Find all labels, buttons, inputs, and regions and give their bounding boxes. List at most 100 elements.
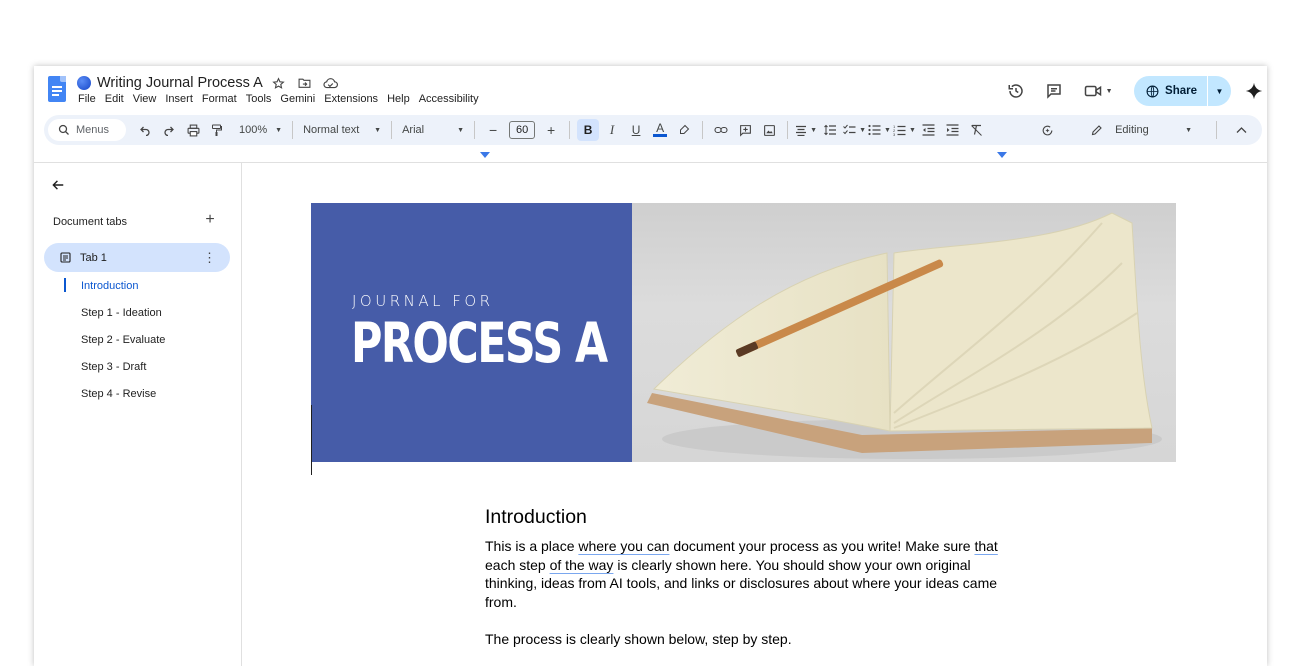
share-dropdown-icon[interactable]: ▼ bbox=[1207, 76, 1231, 106]
gemini-refresh-icon[interactable] bbox=[1036, 119, 1058, 141]
gemini-star-icon[interactable] bbox=[1243, 80, 1265, 102]
search-icon bbox=[58, 124, 69, 135]
menu-extensions[interactable]: Extensions bbox=[324, 93, 378, 105]
decrease-indent-icon[interactable] bbox=[918, 119, 940, 141]
process-paragraph[interactable]: The process is clearly shown below, step… bbox=[485, 630, 1005, 649]
editing-mode-label: Editing bbox=[1115, 124, 1149, 136]
comments-icon[interactable] bbox=[1042, 79, 1066, 103]
version-history-icon[interactable] bbox=[1004, 79, 1028, 103]
toolbar-divider bbox=[787, 121, 789, 139]
notebook-photo bbox=[632, 203, 1176, 462]
increase-font-size-icon[interactable]: + bbox=[540, 119, 562, 141]
menu-accessibility[interactable]: Accessibility bbox=[419, 93, 479, 105]
align-icon[interactable]: ▼ bbox=[795, 119, 817, 141]
outline-item-introduction[interactable]: Introduction bbox=[64, 276, 165, 303]
document-body[interactable]: Introduction This is a place where you c… bbox=[485, 506, 1005, 648]
insert-image-icon[interactable] bbox=[758, 119, 780, 141]
redo-icon[interactable] bbox=[158, 119, 180, 141]
line-spacing-icon[interactable] bbox=[819, 119, 841, 141]
font-size-input[interactable]: 60 bbox=[509, 121, 536, 139]
toolbar-divider bbox=[1216, 121, 1217, 139]
document-tabs-sidebar: Document tabs + Tab 1 ⋮ Introduction Ste… bbox=[34, 163, 242, 666]
menu-bar: File Edit View Insert Format Tools Gemin… bbox=[78, 93, 479, 105]
paint-format-icon[interactable] bbox=[206, 119, 228, 141]
caret-down-icon: ▼ bbox=[374, 126, 382, 134]
document-title[interactable]: Writing Journal Process A bbox=[97, 75, 263, 91]
collapse-toolbar-icon[interactable] bbox=[1230, 119, 1252, 141]
document-tabs-heading: Document tabs bbox=[53, 216, 127, 228]
outline-item-step-2[interactable]: Step 2 - Evaluate bbox=[64, 330, 165, 357]
star-icon[interactable] bbox=[269, 74, 289, 92]
checklist-icon[interactable]: ▼ bbox=[843, 119, 866, 141]
menu-file[interactable]: File bbox=[78, 93, 96, 105]
banner-title-panel: JOURNAL FOR PROCESS A bbox=[311, 203, 632, 462]
numbered-list-icon[interactable]: 1 2 3 ▼ bbox=[893, 119, 916, 141]
caret-down-icon: ▼ bbox=[1185, 126, 1192, 134]
intro-paragraph[interactable]: This is a place where you can document y… bbox=[485, 537, 1005, 611]
tab-label: Tab 1 bbox=[80, 251, 107, 264]
insert-link-icon[interactable] bbox=[710, 119, 732, 141]
outline-item-step-4[interactable]: Step 4 - Revise bbox=[64, 384, 165, 411]
toolbar-divider bbox=[292, 121, 294, 139]
menu-help[interactable]: Help bbox=[387, 93, 410, 105]
menu-tools[interactable]: Tools bbox=[246, 93, 272, 105]
toolbar-divider bbox=[702, 121, 704, 139]
menu-view[interactable]: View bbox=[133, 93, 157, 105]
menu-format[interactable]: Format bbox=[202, 93, 237, 105]
increase-indent-icon[interactable] bbox=[942, 119, 964, 141]
clear-formatting-icon[interactable] bbox=[966, 119, 988, 141]
header-banner-image[interactable]: JOURNAL FOR PROCESS A bbox=[311, 203, 1176, 462]
menus-search-label: Menus bbox=[76, 124, 110, 136]
grammar-suggestion[interactable]: where you can bbox=[578, 538, 669, 554]
italic-icon[interactable]: I bbox=[601, 119, 623, 141]
bulleted-list-icon[interactable]: ▼ bbox=[868, 119, 891, 141]
share-main[interactable]: Share bbox=[1134, 76, 1207, 106]
ruler-right-indent-marker[interactable] bbox=[997, 152, 1007, 158]
zoom-select[interactable]: 100% ▼ bbox=[235, 124, 286, 136]
bold-icon[interactable]: B bbox=[577, 119, 600, 141]
ruler-left-indent-marker[interactable] bbox=[480, 152, 490, 158]
menu-insert[interactable]: Insert bbox=[165, 93, 193, 105]
meet-video-icon[interactable]: ▼ bbox=[1080, 79, 1116, 103]
share-button[interactable]: Share ▼ bbox=[1134, 76, 1231, 106]
toolbar-divider bbox=[474, 121, 476, 139]
introduction-heading[interactable]: Introduction bbox=[485, 506, 1005, 529]
undo-icon[interactable] bbox=[134, 119, 156, 141]
style-select[interactable]: Normal text ▼ bbox=[299, 124, 385, 136]
grammar-suggestion[interactable]: that bbox=[974, 538, 997, 554]
document-canvas[interactable]: JOURNAL FOR PROCESS A Introduction This … bbox=[243, 163, 1267, 666]
menu-edit[interactable]: Edit bbox=[105, 93, 124, 105]
outline-item-step-3[interactable]: Step 3 - Draft bbox=[64, 357, 165, 384]
more-options-icon[interactable]: ⋮ bbox=[203, 250, 216, 266]
add-tab-icon[interactable]: + bbox=[202, 212, 218, 228]
move-folder-icon[interactable] bbox=[295, 74, 315, 92]
decrease-font-size-icon[interactable]: − bbox=[482, 119, 504, 141]
editing-mode-select[interactable]: Editing ▼ bbox=[1035, 119, 1262, 141]
style-value: Normal text bbox=[303, 124, 360, 136]
outline-item-step-1[interactable]: Step 1 - Ideation bbox=[64, 303, 165, 330]
top-right-actions: ▼ Share ▼ bbox=[1004, 76, 1267, 106]
toolbar-divider bbox=[391, 121, 393, 139]
text-color-icon[interactable]: A bbox=[649, 119, 671, 141]
underline-icon[interactable]: U bbox=[625, 119, 647, 141]
cloud-saved-icon[interactable] bbox=[321, 74, 341, 92]
zoom-value: 100% bbox=[239, 124, 268, 136]
back-arrow-icon[interactable] bbox=[48, 175, 68, 195]
menus-search[interactable]: Menus bbox=[48, 119, 126, 141]
open-notebook-pencil-illustration bbox=[647, 212, 1162, 459]
caret-down-icon: ▼ bbox=[275, 126, 283, 134]
sidebar-tab-1[interactable]: Tab 1 ⋮ bbox=[44, 243, 230, 272]
grammar-suggestion[interactable]: of the way bbox=[550, 557, 614, 573]
share-label: Share bbox=[1165, 85, 1197, 97]
font-select[interactable]: Arial ▼ bbox=[398, 124, 468, 136]
print-icon[interactable] bbox=[182, 119, 204, 141]
menu-gemini[interactable]: Gemini bbox=[280, 93, 315, 105]
highlight-pen-icon[interactable] bbox=[673, 119, 695, 141]
svg-text:3: 3 bbox=[893, 132, 896, 136]
docs-logo-icon[interactable] bbox=[48, 76, 66, 102]
docs-window: Writing Journal Process A File Edit View… bbox=[34, 66, 1267, 666]
shared-globe-icon bbox=[77, 76, 91, 90]
text-cursor bbox=[311, 405, 312, 475]
add-comment-icon[interactable] bbox=[734, 119, 756, 141]
font-value: Arial bbox=[402, 124, 425, 136]
